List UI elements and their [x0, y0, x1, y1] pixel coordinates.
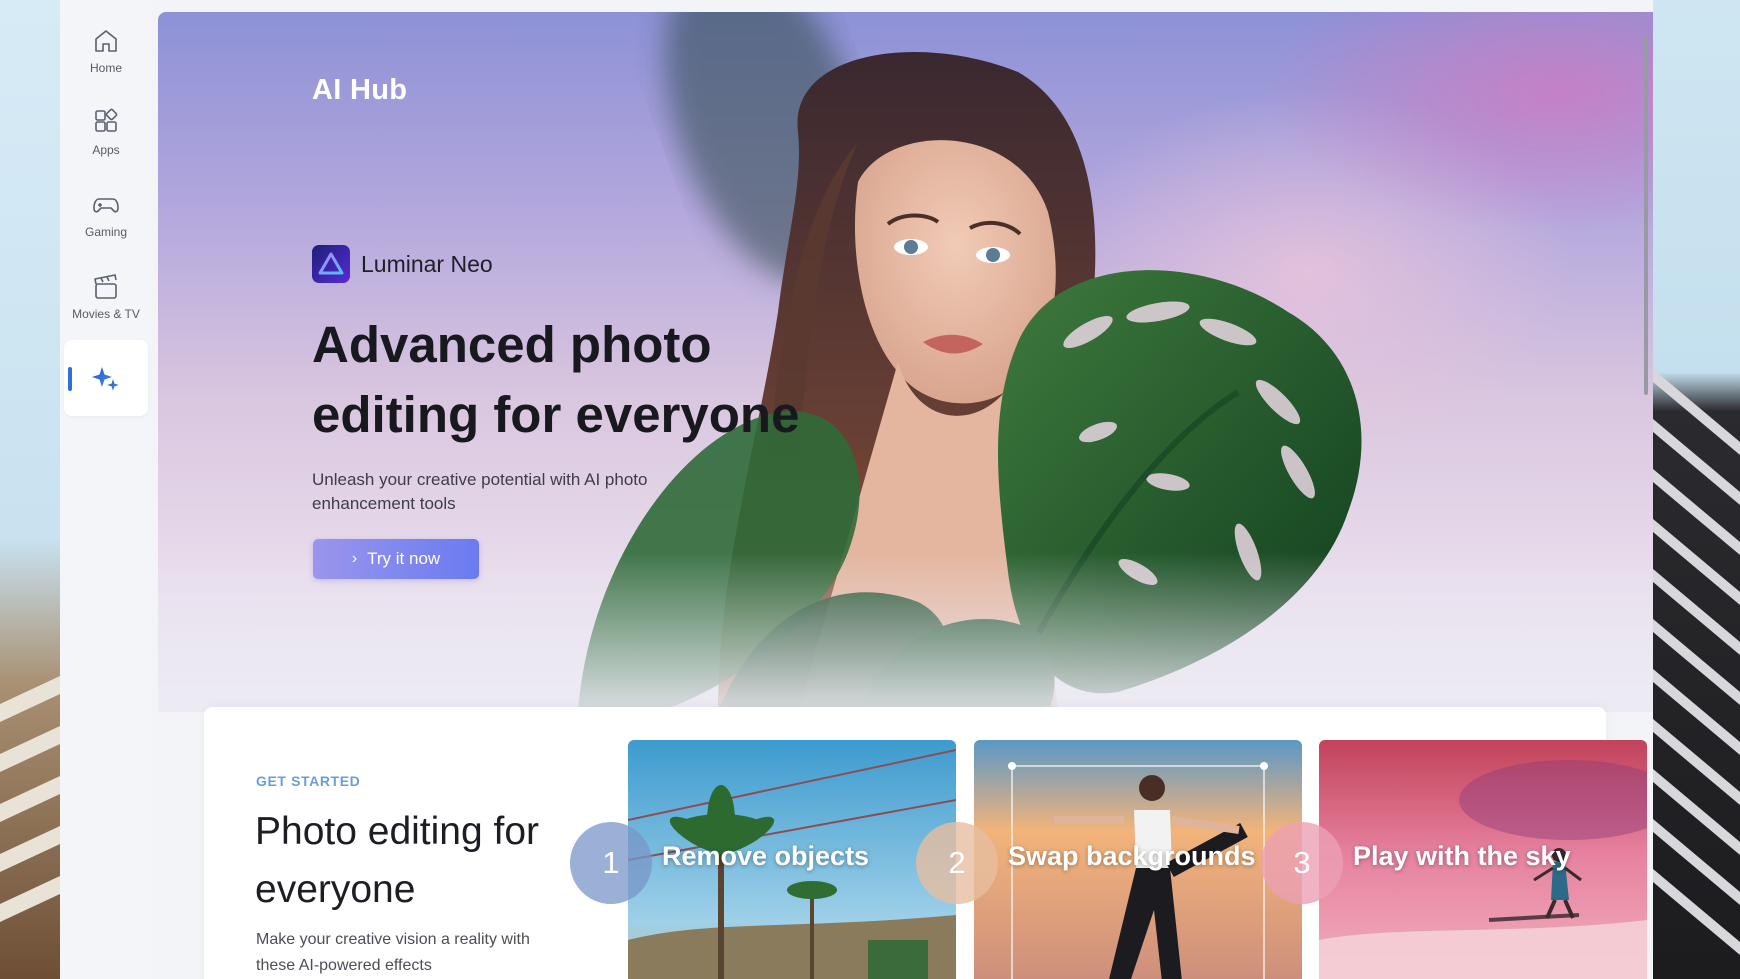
desktop-background-right	[1652, 0, 1740, 979]
try-it-now-button[interactable]: › Try it now	[313, 539, 479, 579]
sidebar-item-label: Gaming	[84, 224, 128, 239]
brand-row: Luminar Neo	[312, 245, 493, 283]
desktop-background-left	[0, 0, 60, 979]
sidebar-item-ai-hub[interactable]	[64, 340, 148, 416]
card-remove-objects[interactable]: Remove objects	[628, 740, 956, 979]
vertical-scrollbar[interactable]	[1644, 35, 1648, 395]
sidebar: Home Apps Gaming Movies & TV	[60, 0, 152, 979]
luminar-logo-icon	[312, 245, 350, 283]
active-indicator	[68, 367, 72, 391]
gamepad-icon	[93, 197, 119, 213]
sidebar-item-movies-tv[interactable]: Movies & TV	[64, 258, 148, 334]
sidebar-item-label: Movies & TV	[72, 306, 140, 321]
clapperboard-icon	[94, 273, 117, 299]
card-title: Swap backgrounds	[1008, 841, 1256, 871]
section-label: GET STARTED	[256, 773, 361, 789]
sidebar-item-gaming[interactable]: Gaming	[64, 176, 148, 252]
step-number: 1	[570, 822, 652, 904]
hero-subtext: Unleash your creative potential with AI …	[312, 470, 648, 513]
card-title: Remove objects	[662, 841, 870, 871]
section-description: Make your creative vision a reality with…	[256, 931, 530, 974]
card-play-with-sky[interactable]: Play with the sky	[1319, 740, 1647, 979]
sidebar-item-apps[interactable]: Apps	[64, 94, 148, 170]
get-started-panel: GET STARTED Photo editing for everyone M…	[204, 707, 1647, 979]
page-title: AI Hub	[312, 74, 408, 106]
home-icon	[95, 29, 117, 52]
sidebar-item-home[interactable]: Home	[64, 12, 148, 88]
hero-banner: AI Hub Luminar Neo Advanced photo editin…	[158, 12, 1653, 712]
try-it-now-label: Try it now	[367, 549, 441, 568]
store-window: Home Apps Gaming Movies & TV AI Hub Lumi…	[60, 0, 1653, 979]
sparkle-icon	[92, 367, 119, 391]
card-title: Play with the sky	[1353, 841, 1571, 871]
step-number: 3	[1261, 822, 1343, 904]
brand-name: Luminar Neo	[361, 250, 493, 277]
section-title: Photo editing for everyone	[255, 810, 540, 911]
chevron-right-icon: ›	[351, 550, 358, 567]
hero-headline: Advanced photo editing for everyone	[312, 316, 800, 443]
card-swap-backgrounds[interactable]: Swap backgrounds	[974, 740, 1302, 979]
apps-icon	[95, 108, 118, 132]
sidebar-item-label: Apps	[92, 142, 120, 157]
sidebar-item-label: Home	[89, 60, 122, 75]
step-number: 2	[916, 822, 998, 904]
